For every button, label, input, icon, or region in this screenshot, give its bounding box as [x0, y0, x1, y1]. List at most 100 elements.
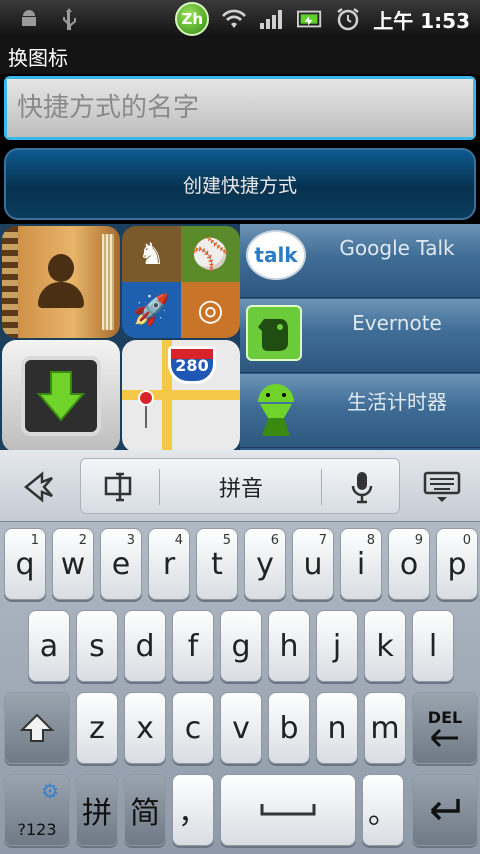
- contacts-app-icon[interactable]: [2, 226, 120, 338]
- key-number-hint: 1: [30, 533, 39, 548]
- delete-key[interactable]: DEL: [412, 692, 478, 764]
- key-char: o: [399, 546, 419, 582]
- key-char: p: [447, 546, 467, 582]
- symbols-key[interactable]: ⚙ ?123: [4, 774, 70, 846]
- app-list-item-google-talk[interactable]: talk Google Talk: [240, 224, 480, 298]
- period-key[interactable]: 。: [362, 774, 404, 846]
- key-p[interactable]: p0: [436, 528, 478, 600]
- key-u[interactable]: u7: [292, 528, 334, 600]
- keyboard-arrow-toggle-icon[interactable]: [12, 460, 68, 514]
- games-app-icon[interactable]: ♞ ⚾ 🚀 ◎: [122, 226, 240, 338]
- signal-icon: [259, 6, 285, 32]
- key-char: v: [232, 710, 250, 746]
- key-e[interactable]: e3: [100, 528, 142, 600]
- key-l[interactable]: l: [412, 610, 454, 682]
- key-char: q: [15, 546, 35, 582]
- down-arrow-icon: [36, 371, 86, 422]
- time-prefix: 上午: [373, 8, 414, 33]
- evernote-icon: [246, 305, 308, 367]
- battery-icon: [297, 6, 323, 32]
- enter-key[interactable]: [412, 774, 478, 846]
- key-number-hint: 3: [126, 533, 135, 548]
- soft-keyboard: 拼音 DEL ⚙ ?123 拼 简 ， 。 q1w2e3r4t5y6u7i8o9…: [0, 450, 480, 854]
- key-char: k: [376, 628, 394, 664]
- key-number-hint: 9: [414, 533, 423, 548]
- key-j[interactable]: j: [316, 610, 358, 682]
- key-char: h: [279, 628, 299, 664]
- pinyin-key[interactable]: 拼: [76, 774, 118, 846]
- key-number-hint: 7: [318, 533, 327, 548]
- key-char: g: [231, 628, 251, 664]
- key-k[interactable]: k: [364, 610, 406, 682]
- microphone-icon[interactable]: [323, 459, 401, 515]
- cursor-edit-icon[interactable]: [81, 459, 159, 515]
- key-char: y: [256, 546, 274, 582]
- key-g[interactable]: g: [220, 610, 262, 682]
- download-app-icon[interactable]: [2, 340, 120, 452]
- key-c[interactable]: c: [172, 692, 214, 764]
- space-bar-icon: [260, 804, 316, 816]
- backspace-arrow-icon: [430, 728, 458, 747]
- usb-icon: [56, 6, 82, 32]
- key-char: f: [187, 628, 199, 664]
- key-char: b: [279, 710, 299, 746]
- settings-gear-icon: ⚙: [41, 779, 59, 803]
- key-r[interactable]: r4: [148, 528, 190, 600]
- wifi-icon: [221, 6, 247, 32]
- key-char: e: [111, 546, 131, 582]
- page-title: 换图标: [0, 38, 480, 74]
- key-i[interactable]: i8: [340, 528, 382, 600]
- key-char: m: [370, 710, 400, 746]
- key-number-hint: 0: [462, 533, 471, 548]
- rocket-icon: 🚀: [122, 282, 181, 338]
- key-y[interactable]: y6: [244, 528, 286, 600]
- key-m[interactable]: m: [364, 692, 406, 764]
- key-char: j: [332, 628, 342, 664]
- key-number-hint: 2: [78, 533, 87, 548]
- key-number-hint: 5: [222, 533, 231, 548]
- target-icon: ◎: [181, 282, 240, 338]
- key-z[interactable]: z: [76, 692, 118, 764]
- key-q[interactable]: q1: [4, 528, 46, 600]
- key-char: s: [89, 628, 105, 664]
- time-value: 1:53: [420, 8, 470, 33]
- highway-shield: 280: [168, 346, 216, 384]
- simplified-key[interactable]: 简: [124, 774, 166, 846]
- key-char: n: [327, 710, 347, 746]
- baseball-bat-icon: ⚾: [181, 226, 240, 282]
- maps-app-icon[interactable]: 280: [122, 340, 240, 452]
- symbols-key-label: ?123: [17, 820, 57, 839]
- shortcut-name-input[interactable]: [7, 79, 473, 137]
- shift-key[interactable]: [4, 692, 70, 764]
- key-f[interactable]: f: [172, 610, 214, 682]
- input-method-badge: Zh: [175, 2, 210, 36]
- space-key[interactable]: [220, 774, 356, 846]
- android-timer-icon: [246, 380, 308, 442]
- hide-keyboard-icon[interactable]: [414, 460, 470, 514]
- key-a[interactable]: a: [28, 610, 70, 682]
- app-list-item-life-timer[interactable]: 生活计时器: [240, 374, 480, 448]
- app-list-item-evernote[interactable]: Evernote: [240, 299, 480, 373]
- key-h[interactable]: h: [268, 610, 310, 682]
- create-shortcut-button[interactable]: 创建快捷方式: [4, 148, 476, 220]
- android-icon: [16, 6, 42, 32]
- key-char: l: [428, 628, 438, 664]
- input-mode-label[interactable]: 拼音: [161, 459, 321, 515]
- shortcut-name-field-wrapper: [4, 76, 476, 140]
- key-s[interactable]: s: [76, 610, 118, 682]
- key-char: i: [356, 546, 366, 582]
- key-char: a: [39, 628, 59, 664]
- key-b[interactable]: b: [268, 692, 310, 764]
- key-n[interactable]: n: [316, 692, 358, 764]
- key-d[interactable]: d: [124, 610, 166, 682]
- comma-key[interactable]: ，: [172, 774, 214, 846]
- key-x[interactable]: x: [124, 692, 166, 764]
- key-w[interactable]: w2: [52, 528, 94, 600]
- clock: 上午 1:53: [373, 5, 470, 34]
- key-number-hint: 4: [174, 533, 183, 548]
- key-v[interactable]: v: [220, 692, 262, 764]
- key-o[interactable]: o9: [388, 528, 430, 600]
- key-t[interactable]: t5: [196, 528, 238, 600]
- key-char: c: [184, 710, 202, 746]
- chess-knight-icon: ♞: [122, 226, 181, 282]
